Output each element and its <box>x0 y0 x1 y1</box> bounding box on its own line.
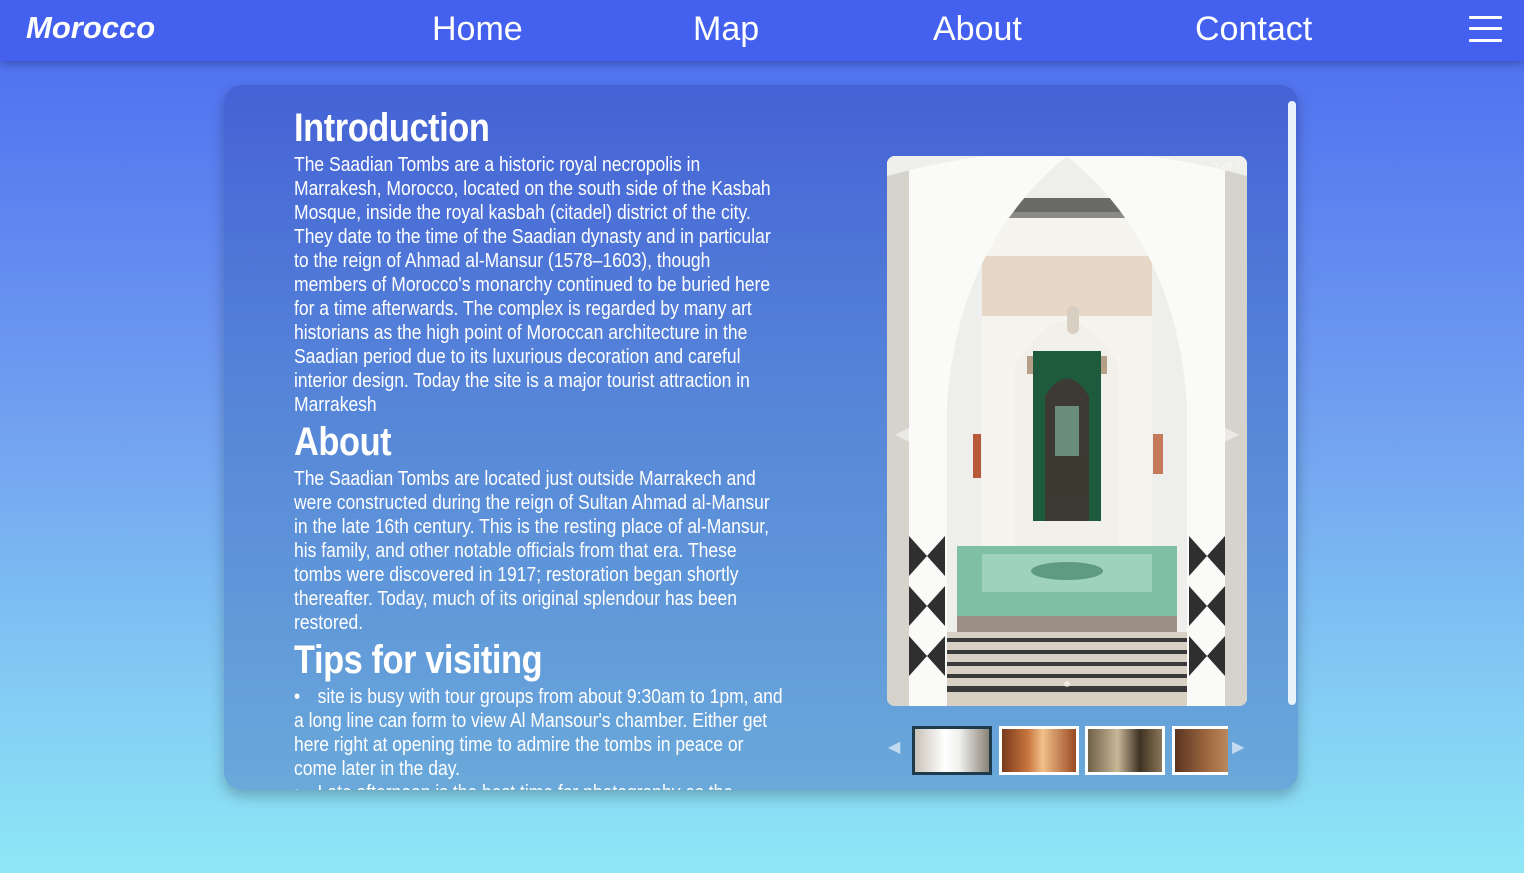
slide-dot[interactable] <box>1064 681 1070 687</box>
nav-link-about[interactable]: About <box>933 10 1022 49</box>
list-item: •Late afternoon is the best time for pho… <box>294 781 784 790</box>
tips-list: • site is busy with tour groups from abou… <box>294 685 794 790</box>
introduction-paragraph: The Saadian Tombs are a historic royal n… <box>294 154 771 416</box>
scrollbar[interactable] <box>1288 101 1296 705</box>
bullet-icon: • <box>294 686 301 708</box>
bullet-icon: • <box>294 781 318 790</box>
hamburger-menu-icon[interactable] <box>1469 15 1502 43</box>
thumbnail-1[interactable] <box>912 726 992 775</box>
image-slider[interactable]: 2 of 7 ◀ ▶ <box>887 156 1247 706</box>
slide-dots <box>887 674 1247 692</box>
thumbnail-4[interactable] <box>1172 726 1228 775</box>
introduction-heading: Introduction <box>294 106 490 150</box>
list-item: • site is busy with tour groups from abou… <box>294 685 784 781</box>
tip-text: site is busy with tour groups from about… <box>294 686 783 780</box>
nav-link-home[interactable]: Home <box>432 10 523 49</box>
slide-counter: 2 of 7 <box>1213 161 1241 173</box>
content-card: Introduction The Saadian Tombs are a his… <box>224 85 1298 790</box>
top-navbar: Morocco Home Map About Contact <box>0 0 1524 61</box>
tips-heading: Tips for visiting <box>294 638 543 682</box>
tip-text: Late afternoon is the best time for phot… <box>318 782 733 790</box>
chevron-left-icon[interactable]: ◀ <box>895 421 910 446</box>
thumbnail-3[interactable] <box>1085 726 1165 775</box>
thumbnail-2[interactable] <box>999 726 1079 775</box>
saadian-tombs-photo <box>887 156 1247 706</box>
thumbnail-window <box>912 725 1228 777</box>
chevron-right-icon[interactable]: ▶ <box>1224 421 1239 446</box>
brand-logo[interactable]: Morocco <box>26 10 155 46</box>
nav-link-contact[interactable]: Contact <box>1195 10 1312 49</box>
nav-link-map[interactable]: Map <box>693 10 759 49</box>
thumb-chevron-left-icon[interactable]: ◀ <box>888 737 900 757</box>
thumbnail-strip: ◀ ▶ <box>888 725 1248 777</box>
about-heading: About <box>294 420 392 464</box>
about-paragraph: The Saadian Tombs are located just outsi… <box>294 468 770 634</box>
thumb-chevron-right-icon[interactable]: ▶ <box>1232 737 1244 757</box>
article-text[interactable]: Introduction The Saadian Tombs are a his… <box>294 103 794 790</box>
